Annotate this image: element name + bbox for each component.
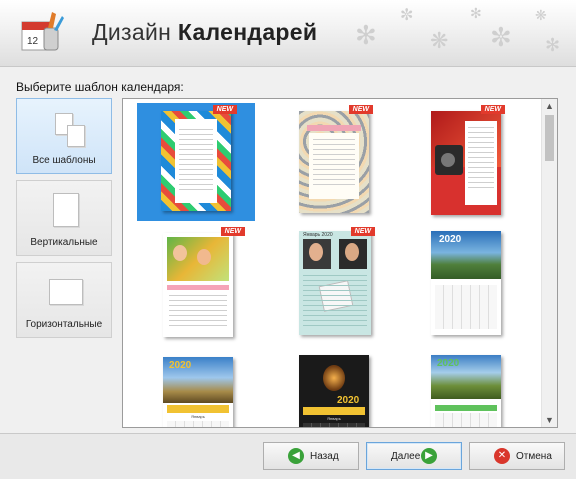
calendar-day-number: 12: [27, 36, 39, 47]
template-year: 2020: [437, 358, 460, 369]
cancel-button[interactable]: ✕ Отмена: [469, 442, 565, 470]
snowflake-decoration-icon: ❋: [535, 7, 547, 23]
category-horizontal[interactable]: Горизонтальные: [16, 262, 112, 338]
calendar-paint-icon: 12: [21, 12, 64, 51]
snowflake-decoration-icon: ✼: [400, 7, 414, 24]
template-thumbnail: 2020: [431, 231, 501, 335]
category-label: Все шаблоны: [32, 155, 96, 166]
template-thumbnail: 2020: [431, 355, 501, 427]
new-badge: NEW: [350, 227, 375, 236]
template-tile[interactable]: 2020: [419, 351, 537, 427]
new-badge: NEW: [212, 105, 237, 114]
snowflake-decoration-icon: ✻: [355, 20, 377, 50]
next-button-label: Далее: [391, 451, 421, 462]
vertical-scrollbar[interactable]: ▲ ▼: [541, 99, 557, 427]
template-thumbnail: 2020 Январь: [163, 357, 233, 427]
snowflake-decoration-icon: ✻: [545, 35, 561, 55]
template-thumbnail: [431, 111, 501, 215]
new-badge: NEW: [480, 105, 505, 114]
category-label: Вертикальные: [30, 237, 98, 248]
template-thumbnail: [163, 233, 233, 337]
template-top-text: Январь 2020: [303, 232, 333, 238]
category-vertical[interactable]: Вертикальные: [16, 180, 112, 256]
category-all-templates[interactable]: Все шаблоны: [16, 98, 112, 174]
template-tile[interactable]: 2020 Январь: [283, 351, 401, 427]
template-month: Январь: [327, 416, 341, 421]
cancel-button-label: Отмена: [516, 451, 552, 462]
template-tile[interactable]: NEW: [137, 103, 255, 221]
template-year: 2020: [169, 360, 192, 371]
template-tile[interactable]: Январь 2020 NEW: [283, 225, 401, 343]
template-thumbnail: Январь 2020: [299, 231, 371, 335]
new-badge: NEW: [348, 105, 373, 114]
scroll-up-icon[interactable]: ▲: [542, 99, 557, 113]
template-year: 2020: [337, 395, 360, 406]
arrow-right-icon: ▶: [421, 448, 437, 464]
category-label: Горизонтальные: [25, 319, 103, 330]
app-title-regular: Дизайн: [92, 19, 172, 45]
template-tile[interactable]: 2020: [419, 225, 537, 343]
app-title: Дизайн Календарей: [92, 19, 317, 46]
snowflake-decoration-icon: ✼: [490, 22, 512, 52]
template-thumbnail: [299, 111, 369, 213]
template-tile[interactable]: NEW: [147, 225, 265, 343]
back-button-label: Назад: [310, 451, 339, 462]
documents-icon: [55, 113, 89, 147]
portrait-page-icon: [53, 193, 79, 227]
template-tile[interactable]: NEW: [283, 103, 401, 221]
landscape-page-icon: [49, 279, 83, 305]
template-tile[interactable]: 2020 Январь: [147, 351, 265, 427]
new-badge: NEW: [220, 227, 245, 236]
template-thumbnail: [161, 111, 231, 211]
arrow-left-icon: ◀: [288, 448, 304, 464]
cancel-icon: ✕: [494, 448, 510, 464]
template-tile[interactable]: NEW: [419, 103, 537, 221]
snowflake-decoration-icon: ✻: [470, 5, 482, 21]
scroll-down-icon[interactable]: ▼: [542, 413, 557, 427]
app-header: 12 Дизайн Календарей ✻ ✼ ❋ ✻ ✼ ❋ ✻: [0, 0, 576, 67]
next-button[interactable]: Далее ▶: [366, 442, 462, 470]
template-month: Январь: [191, 414, 205, 419]
back-button[interactable]: ◀ Назад: [263, 442, 359, 470]
template-prompt: Выберите шаблон календаря:: [16, 80, 184, 94]
app-title-bold: Календарей: [177, 19, 318, 45]
template-thumbnail: 2020 Январь: [299, 355, 369, 427]
snowflake-decoration-icon: ❋: [430, 28, 449, 53]
template-year: 2020: [439, 234, 462, 245]
scroll-thumb[interactable]: [545, 115, 554, 161]
template-gallery[interactable]: NEW NEW NEW NEW Январь 2020 NEW 2020 202…: [122, 98, 558, 428]
